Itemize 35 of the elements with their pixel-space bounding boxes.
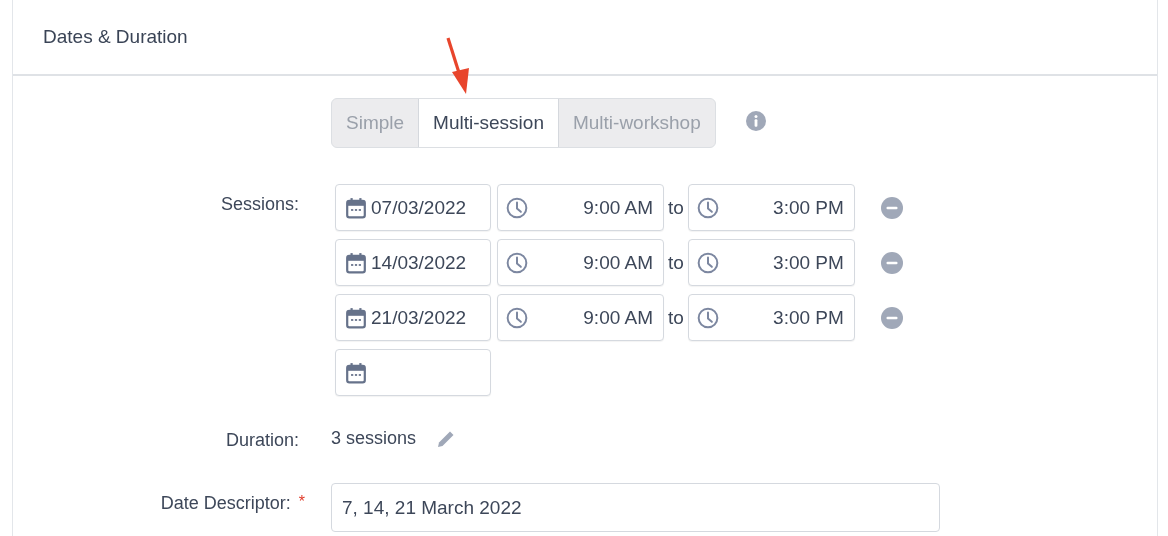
date-descriptor-field[interactable]: 7, 14, 21 March 2022 (331, 483, 940, 532)
date-field[interactable]: 21/03/2022 (335, 294, 491, 341)
date-field[interactable]: 07/03/2022 (335, 184, 491, 231)
section-title: Dates & Duration (43, 26, 188, 48)
range-separator: to (668, 306, 684, 329)
end-time-field[interactable]: 3:00 PM (687, 184, 855, 231)
remove-icon[interactable] (880, 251, 903, 274)
clock-icon (696, 251, 719, 274)
field-label: Date Descriptor: (160, 493, 291, 514)
calendar-icon (345, 251, 367, 274)
start-time-field[interactable]: 9:00 AM (497, 294, 664, 341)
range-separator: to (668, 251, 684, 274)
mode-tab[interactable]: Multi-session (418, 99, 559, 147)
range-separator: to (668, 196, 684, 219)
calendar-icon (345, 361, 367, 384)
date-field[interactable] (335, 349, 491, 396)
clock-icon (696, 196, 719, 219)
field-label: Duration: (225, 430, 299, 451)
clock-icon (696, 306, 719, 329)
field-label: Sessions: (220, 194, 299, 215)
clock-icon (506, 306, 528, 329)
remove-icon[interactable] (880, 196, 903, 219)
duration-value: 3 sessions (331, 428, 417, 449)
clock-icon (506, 196, 528, 219)
start-time-field[interactable]: 9:00 AM (497, 184, 664, 231)
calendar-icon (345, 306, 367, 329)
calendar-icon (345, 196, 367, 219)
info-icon[interactable] (745, 111, 766, 131)
date-field[interactable]: 14/03/2022 (335, 239, 491, 286)
required-mark: * (298, 493, 305, 512)
start-time-field[interactable]: 9:00 AM (497, 239, 664, 286)
end-time-field[interactable]: 3:00 PM (687, 294, 855, 341)
clock-icon (506, 251, 528, 274)
remove-icon[interactable] (880, 306, 903, 329)
end-time-field[interactable]: 3:00 PM (687, 239, 855, 286)
